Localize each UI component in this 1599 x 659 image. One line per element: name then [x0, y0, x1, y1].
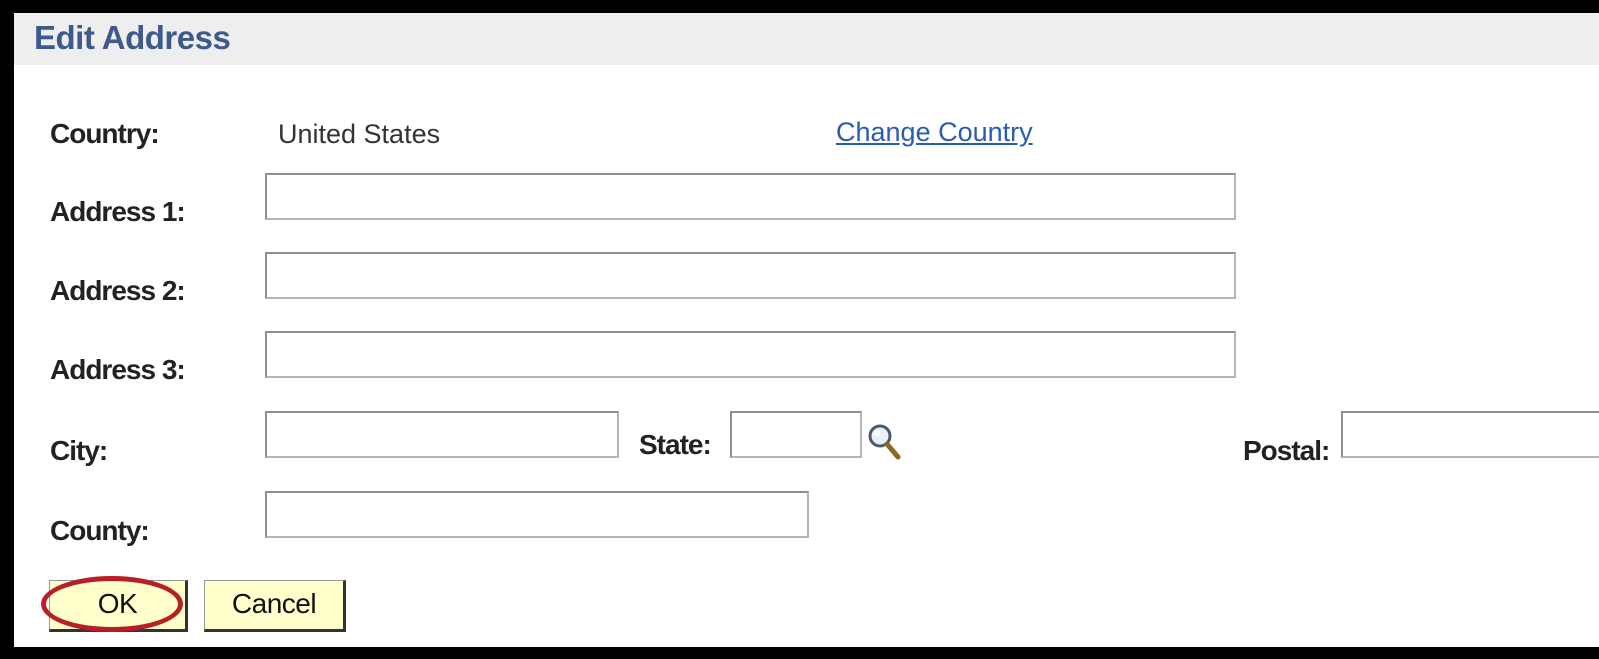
change-country-link[interactable]: Change Country [836, 117, 1033, 148]
address-1-label: Address 1: [50, 196, 186, 227]
edit-address-dialog: Edit Address Country: United States Chan… [14, 13, 1599, 647]
postal-label: Postal: [1243, 435, 1330, 466]
address-2-label: Address 2: [50, 275, 186, 306]
ok-button[interactable]: OK [49, 580, 188, 632]
address-3-input[interactable] [265, 331, 1236, 378]
county-label: County: [50, 515, 150, 546]
state-input[interactable] [730, 411, 862, 458]
dialog-title: Edit Address [34, 19, 231, 56]
country-value: United States [278, 119, 441, 149]
state-label: State: [639, 429, 712, 460]
address-3-label: Address 3: [50, 354, 186, 385]
cancel-button[interactable]: Cancel [204, 580, 346, 632]
magnifier-lookup-icon[interactable] [866, 422, 902, 462]
city-label: City: [50, 435, 108, 466]
county-input[interactable] [265, 491, 809, 538]
city-input[interactable] [265, 411, 619, 458]
country-label: Country: [50, 118, 160, 149]
address-2-input[interactable] [265, 252, 1236, 299]
address-1-input[interactable] [265, 173, 1236, 220]
postal-input[interactable] [1341, 411, 1599, 458]
dialog-header: Edit Address [14, 13, 1599, 65]
